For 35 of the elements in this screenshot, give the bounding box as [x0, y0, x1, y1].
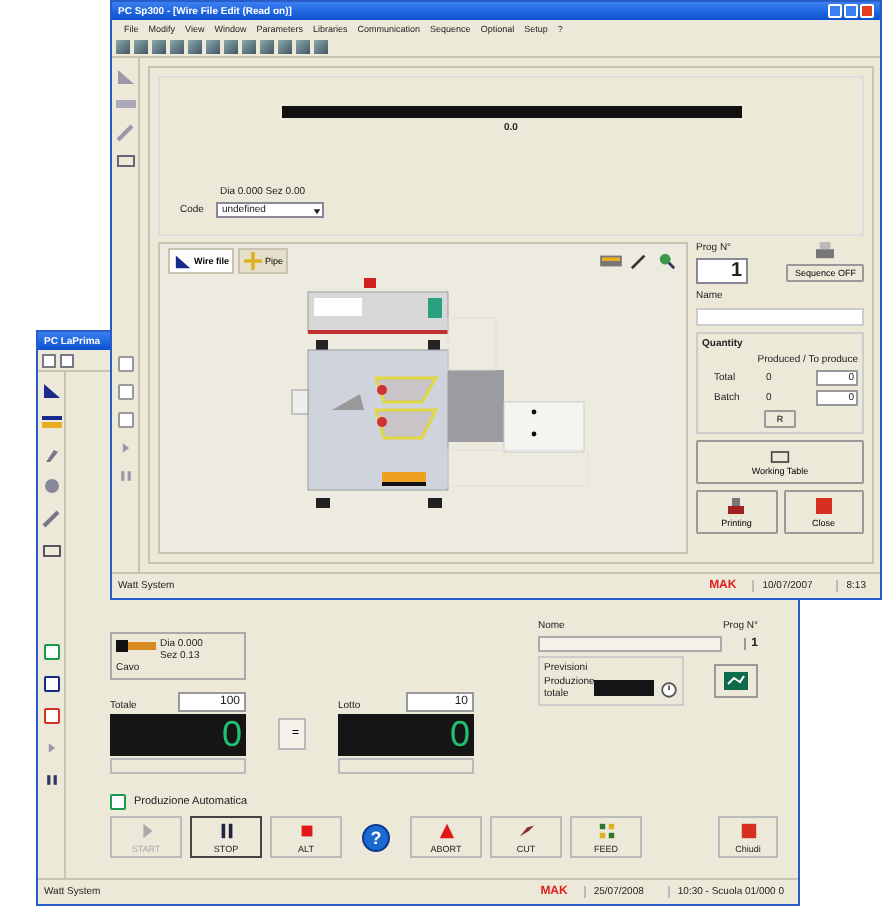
chart-button[interactable] [714, 664, 758, 698]
triangle-icon [174, 252, 192, 270]
square-icon [813, 496, 834, 516]
document-icon[interactable] [60, 353, 74, 367]
name-field[interactable] [696, 308, 864, 326]
counter-display: 0 [110, 714, 246, 756]
wrench-icon[interactable] [40, 506, 62, 528]
progress-field [110, 758, 246, 774]
cross-icon [244, 252, 263, 270]
counter-display: 0 [338, 714, 474, 756]
maximize-button[interactable] [844, 4, 858, 18]
warning-icon [437, 821, 455, 839]
square-icon[interactable] [40, 672, 62, 694]
pause-icon [217, 821, 235, 839]
square-icon [739, 821, 757, 839]
stopwatch-icon[interactable] [660, 679, 678, 697]
help-button[interactable]: ? [362, 823, 390, 851]
chart-icon [724, 672, 748, 690]
minimize-button[interactable] [828, 4, 842, 18]
zoom-icon[interactable] [654, 250, 678, 272]
new-icon[interactable] [42, 353, 56, 367]
production-display [594, 680, 654, 696]
stamp-icon [726, 496, 747, 516]
progress-field [338, 758, 474, 774]
grid-icon [597, 821, 615, 839]
play-icon [137, 821, 155, 839]
blade-icon [517, 821, 535, 839]
name-field[interactable] [538, 636, 722, 652]
printer-icon[interactable] [814, 242, 837, 260]
square-icon [110, 794, 126, 810]
close-button[interactable] [860, 4, 874, 18]
prog-spinner[interactable]: 1 [696, 258, 748, 284]
square-icon [297, 821, 315, 839]
rectangle-icon [770, 449, 790, 463]
caret-icon [311, 205, 322, 215]
